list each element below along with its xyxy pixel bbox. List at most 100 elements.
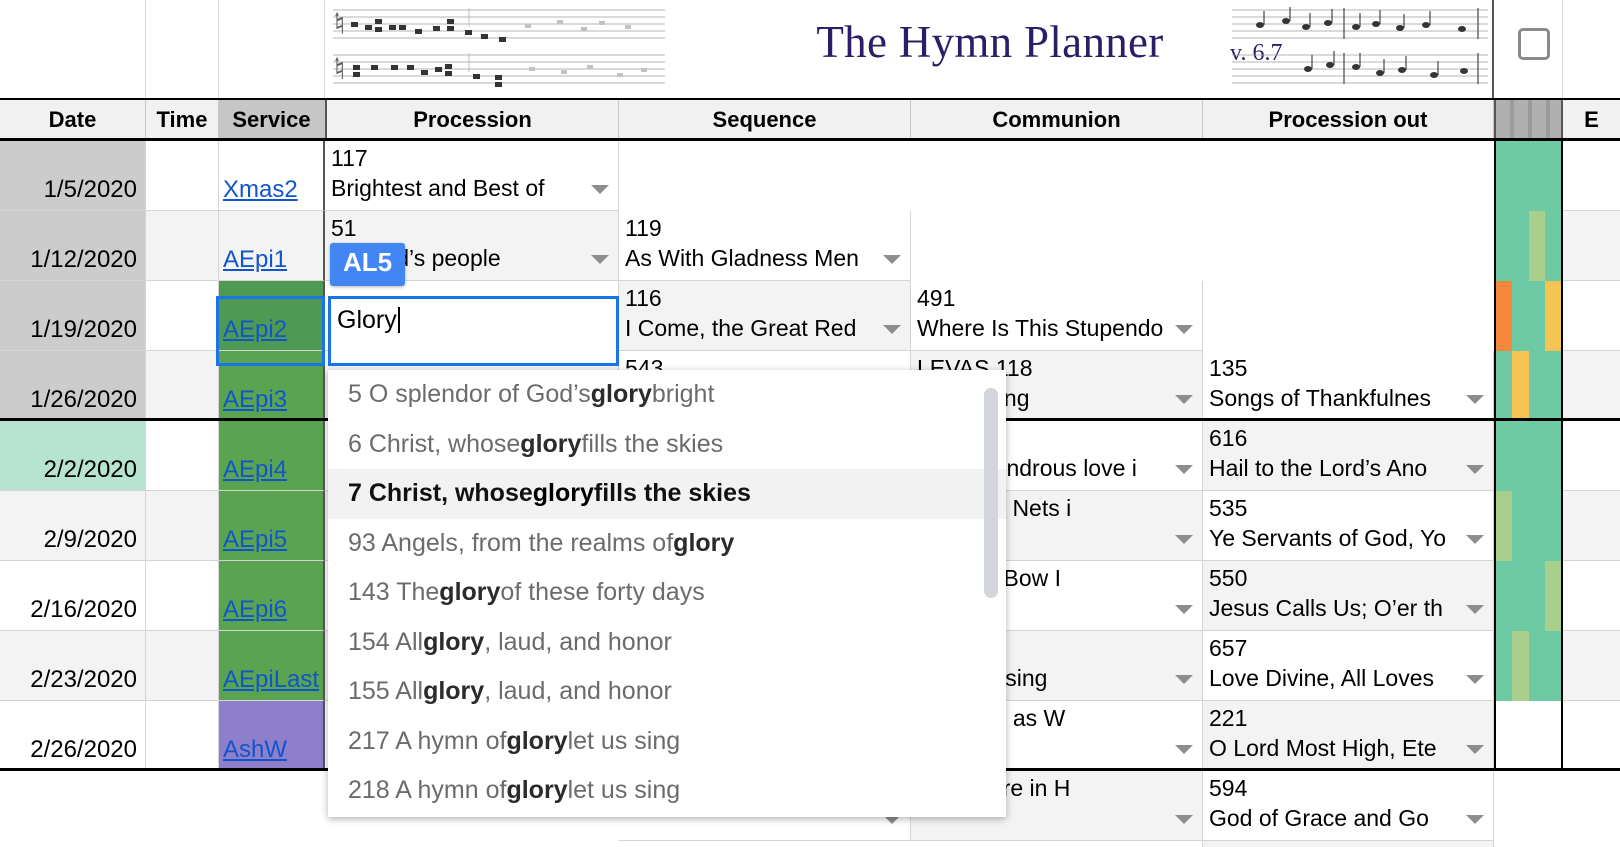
cell-color-strip[interactable]	[1494, 421, 1563, 491]
cell-editor[interactable]: Glory	[328, 296, 619, 366]
cell-date[interactable]: 2/16/2020	[0, 561, 146, 631]
autocomplete-item[interactable]: 218 A hymn of glory let us sing	[328, 766, 1006, 816]
service-link[interactable]: Xmas2	[223, 176, 298, 204]
column-header-sequence[interactable]: Sequence	[619, 100, 911, 140]
header-checkbox[interactable]	[1518, 28, 1550, 60]
color-swatch	[1512, 701, 1529, 771]
cell-e[interactable]	[1563, 281, 1620, 351]
cell-procession-out[interactable]: 594 God of Grace and Go	[1203, 771, 1494, 841]
cell-time[interactable]	[146, 421, 219, 491]
cell-service[interactable]: Xmas2	[219, 141, 325, 211]
cell-time[interactable]	[146, 561, 219, 631]
cell-procession[interactable]: 117 Brightest and Best of	[325, 141, 619, 211]
cell-color-strip[interactable]	[1494, 491, 1563, 561]
cell-color-strip[interactable]	[1494, 631, 1563, 701]
text-cursor	[397, 307, 400, 333]
column-header-time[interactable]: Time	[146, 100, 219, 140]
autocomplete-item[interactable]: 5 O splendor of God’s glory bright	[328, 370, 1006, 420]
column-header-color-strip[interactable]	[1494, 100, 1563, 140]
column-header-date[interactable]: Date	[0, 100, 146, 140]
cell-e[interactable]	[1563, 631, 1620, 701]
cell-time[interactable]	[146, 631, 219, 701]
banner-cell-service[interactable]	[219, 0, 325, 98]
cell-communion[interactable]	[911, 841, 1203, 847]
color-swatch	[1528, 211, 1545, 281]
banner-checkbox-cell[interactable]	[1494, 0, 1563, 98]
column-header-e[interactable]: E	[1563, 100, 1620, 140]
cell-service[interactable]: AshW	[219, 701, 325, 771]
service-link[interactable]: AEpiLast	[223, 666, 319, 694]
chevron-down-icon[interactable]	[591, 185, 609, 194]
cell-date[interactable]: 2/26/2020	[0, 701, 146, 771]
cell-color-strip[interactable]	[1494, 351, 1563, 421]
service-link[interactable]: AEpi3	[223, 386, 287, 414]
cell-e[interactable]	[1563, 141, 1620, 211]
column-header-procession-out[interactable]: Procession out	[1203, 100, 1494, 140]
chevron-down-icon[interactable]	[1466, 815, 1484, 824]
cell-time[interactable]	[146, 141, 219, 211]
cell-time[interactable]	[146, 211, 219, 281]
cell-e[interactable]	[1563, 351, 1620, 421]
chevron-down-icon[interactable]	[591, 255, 609, 264]
cell-color-strip[interactable]	[1494, 141, 1563, 211]
cell-color-strip[interactable]	[1494, 561, 1563, 631]
autocomplete-item[interactable]: 7 Christ, whose glory fills the skies	[328, 469, 1006, 519]
cell-date[interactable]: 2/9/2020	[0, 491, 146, 561]
column-header-procession[interactable]: Procession	[325, 100, 619, 140]
cell-e[interactable]	[1563, 421, 1620, 491]
cell-procession-out[interactable]: 603When Christ Was Lifte	[1203, 841, 1494, 847]
cell-date[interactable]: 2/2/2020	[0, 421, 146, 491]
banner-cell-time[interactable]	[146, 0, 219, 98]
table-row[interactable]: 1/5/2020 Xmas2 117 Brightest and Best of 119…	[0, 141, 1620, 421]
chevron-down-icon[interactable]	[1175, 815, 1193, 824]
cell-service[interactable]: AEpi1	[219, 211, 325, 281]
column-header-communion[interactable]: Communion	[911, 100, 1203, 140]
color-swatch	[1512, 631, 1529, 701]
service-link[interactable]: AEpi4	[223, 456, 287, 484]
svg-text:𝄮: 𝄮	[335, 50, 344, 80]
cell-service[interactable]: AEpi2	[219, 281, 325, 351]
table-row[interactable]: 1/12/2020 AEpi1 51 he Lord’s people 116 I Com…	[0, 211, 1620, 491]
cell-e[interactable]	[1563, 211, 1620, 281]
autocomplete-item[interactable]: 154 All glory, laud, and honor	[328, 618, 1006, 668]
service-link[interactable]: AEpi5	[223, 526, 287, 554]
autocomplete-dropdown[interactable]: 5 O splendor of God’s glory bright 6 Chri…	[328, 370, 1006, 817]
cell-time[interactable]	[146, 491, 219, 561]
column-header-row: Date Time Service Procession Sequence Co…	[0, 98, 1620, 141]
cell-date[interactable]: 1/19/2020	[0, 281, 146, 351]
cell-service[interactable]: AEpi6	[219, 561, 325, 631]
autocomplete-item[interactable]: 143 The glory of these forty days	[328, 568, 1006, 618]
cell-time[interactable]	[146, 351, 219, 421]
cell-e[interactable]	[1563, 701, 1620, 771]
cell-time[interactable]	[146, 701, 219, 771]
cell-date[interactable]: 1/12/2020	[0, 211, 146, 281]
autocomplete-item[interactable]: 155 All glory, laud, and honor	[328, 667, 1006, 717]
cell-color-strip[interactable]	[1494, 211, 1563, 281]
cell-e[interactable]	[1563, 561, 1620, 631]
table-row[interactable]: 1/19/2020AEpi2543O Zion, Tune Thy Voic43…	[0, 281, 1620, 561]
cell-service[interactable]: AEpi3	[219, 351, 325, 421]
cell-date[interactable]: 1/26/2020	[0, 351, 146, 421]
service-link[interactable]: AEpi6	[223, 596, 287, 624]
cell-time[interactable]	[146, 281, 219, 351]
cell-date[interactable]: 2/23/2020	[0, 631, 146, 701]
cell-service[interactable]: AEpi5	[219, 491, 325, 561]
cell-date[interactable]: 1/5/2020	[0, 141, 146, 211]
cell-e[interactable]	[1563, 491, 1620, 561]
cell-color-strip[interactable]	[1494, 701, 1563, 771]
autocomplete-scrollbar[interactable]	[984, 388, 998, 598]
cell-color-strip[interactable]	[1494, 281, 1563, 351]
banner-cell-e[interactable]	[1563, 0, 1620, 98]
service-link[interactable]: AEpi2	[223, 316, 287, 344]
banner-cell-date[interactable]	[0, 0, 146, 98]
service-link[interactable]: AshW	[223, 736, 287, 764]
autocomplete-item[interactable]: 93 Angels, from the realms of glory	[328, 519, 1006, 569]
cell-service[interactable]: AEpiLast	[219, 631, 325, 701]
color-swatch	[1512, 561, 1529, 631]
service-link[interactable]: AEpi1	[223, 246, 287, 274]
autocomplete-item[interactable]: 217 A hymn of glory let us sing	[328, 717, 1006, 767]
cell-service[interactable]: AEpi4	[219, 421, 325, 491]
column-header-service[interactable]: Service	[219, 100, 325, 140]
autocomplete-item[interactable]: 6 Christ, whose glory fills the skies	[328, 420, 1006, 470]
color-swatch	[1528, 631, 1545, 701]
